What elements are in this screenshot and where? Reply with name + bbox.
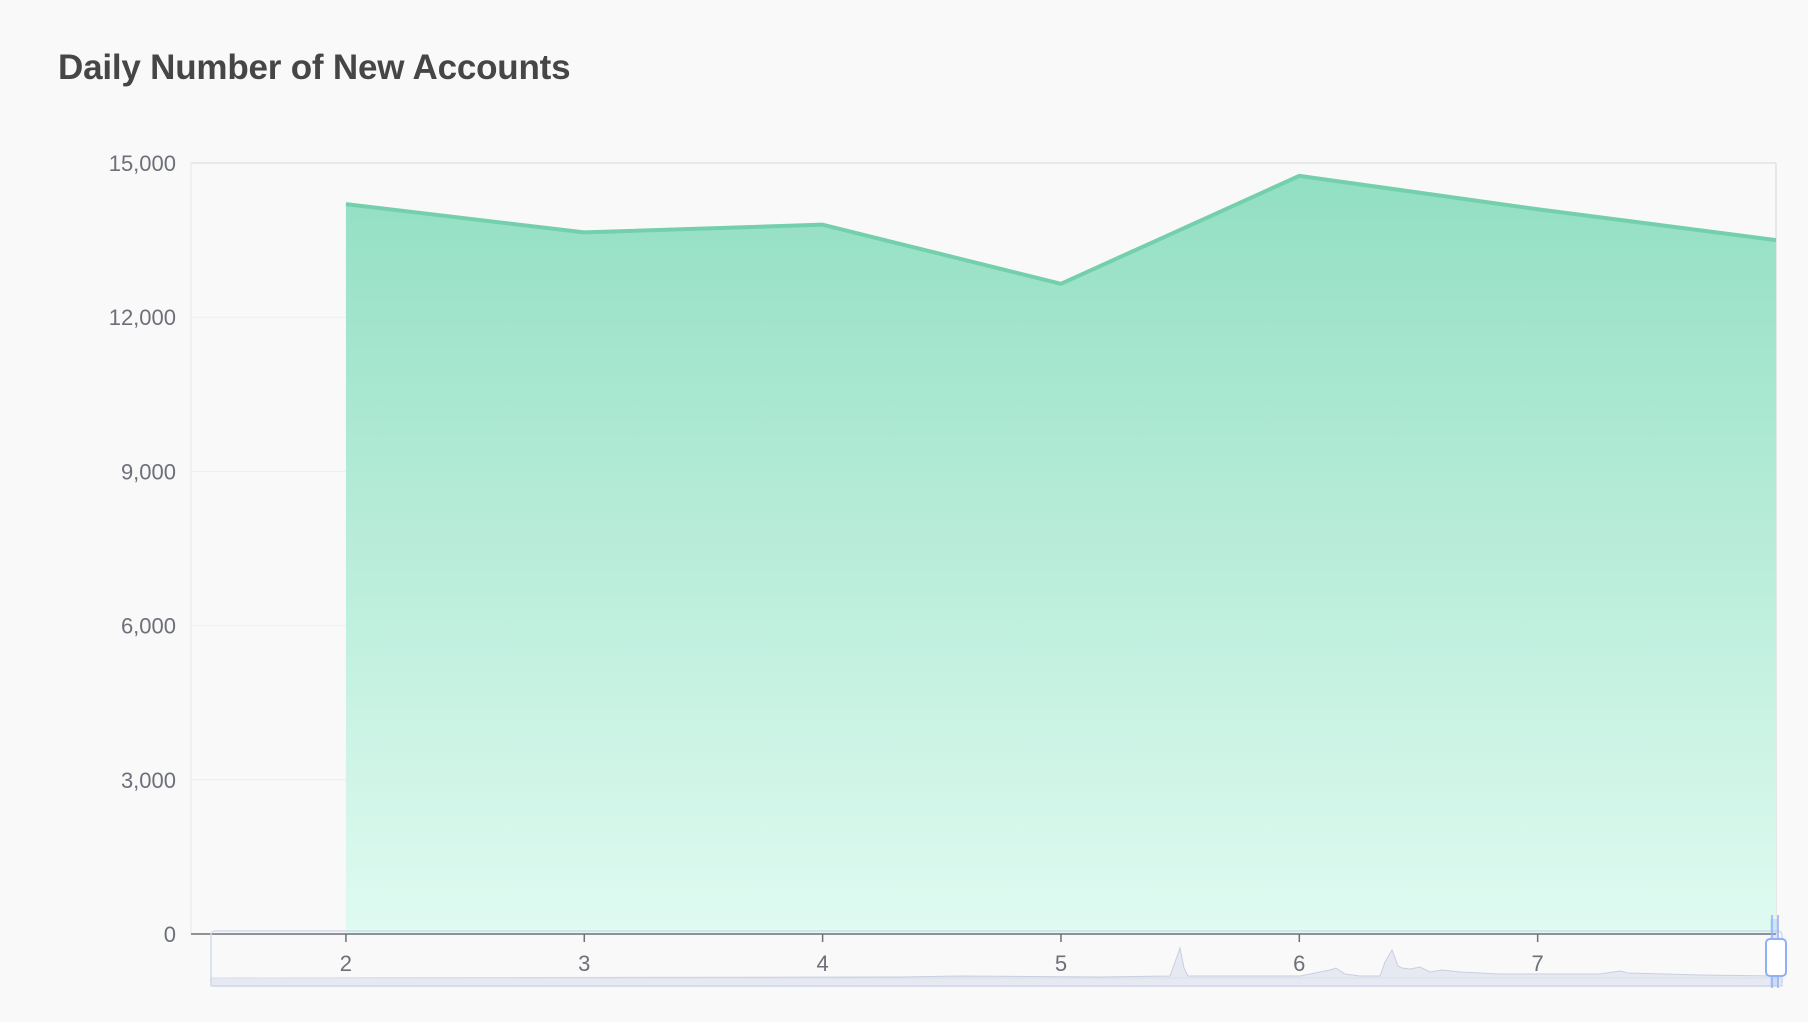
- y-tick-label: 12,000: [109, 305, 176, 330]
- x-tick-label: 5: [1055, 951, 1067, 976]
- x-tick-label: 7: [1532, 951, 1544, 976]
- x-tick-label: 6: [1293, 951, 1305, 976]
- x-tick-label: 4: [816, 951, 828, 976]
- x-tick-label: 3: [578, 951, 590, 976]
- zoom-thumbnail-area: [210, 946, 1783, 987]
- area-fill: [345, 175, 1776, 935]
- y-tick-label: 6,000: [121, 614, 176, 639]
- area-chart: 0 3,000 6,000 9,000 12,000 15,000 2 3 4 5 6 7: [109, 151, 1787, 988]
- y-tick-label: 15,000: [109, 151, 176, 176]
- series-area: [345, 173, 1777, 935]
- y-tick-label: 9,000: [121, 459, 176, 484]
- x-tick-label: 2: [340, 951, 352, 976]
- chart-page: Daily Number of New Accounts 0 3,000 6,000…: [0, 0, 1808, 1022]
- y-tick-label: 3,000: [121, 768, 176, 793]
- y-tick-label: 0: [164, 922, 176, 947]
- zoom-handle[interactable]: [1765, 938, 1787, 977]
